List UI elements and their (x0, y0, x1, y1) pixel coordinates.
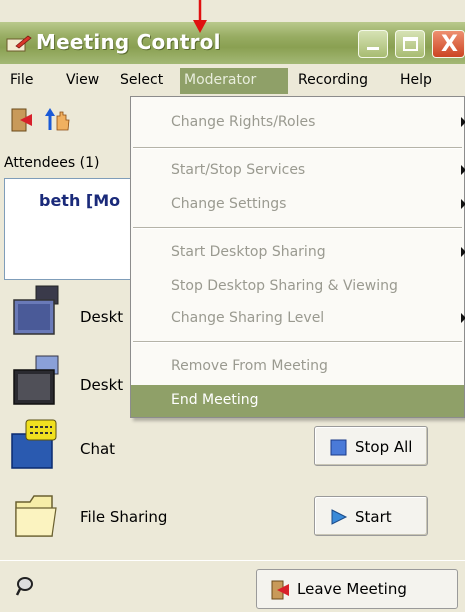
chat-label: Chat (80, 440, 116, 458)
connection-icon[interactable] (14, 575, 36, 597)
exit-door-icon (269, 580, 291, 600)
leave-meeting-label: Leave Meeting (297, 580, 407, 598)
desktop-viewing-label: Deskt (80, 376, 124, 394)
maximize-icon (403, 37, 418, 51)
menu-select[interactable]: Select (116, 68, 167, 94)
menu-item-change-rights-roles[interactable]: Change Rights/Roles (131, 107, 465, 139)
close-icon: X (441, 32, 458, 57)
desktop-sharing-label: Deskt (80, 308, 124, 326)
menu-help[interactable]: Help (396, 68, 436, 94)
menu-moderator[interactable]: Moderator (180, 68, 288, 94)
menu-item-remove-from-meeting[interactable]: Remove From Meeting (131, 351, 464, 383)
title-bar[interactable]: Meeting Control X (0, 22, 465, 64)
maximize-button[interactable] (395, 30, 425, 58)
menu-item-stop-desktop-sharing-viewing[interactable]: Stop Desktop Sharing & Viewing (131, 271, 464, 303)
menu-item-change-sharing-level[interactable]: Change Sharing Level (131, 303, 465, 335)
attendees-list[interactable]: beth [Mo (4, 178, 135, 280)
play-arrow-icon (329, 507, 349, 527)
stop-all-button[interactable]: Stop All (314, 426, 428, 466)
menu-view[interactable]: View (62, 68, 103, 94)
attendees-header[interactable]: Attendees (1) (4, 150, 135, 176)
folder-icon (15, 495, 57, 537)
menu-item-start-desktop-sharing[interactable]: Start Desktop Sharing (131, 237, 465, 269)
attendee-name[interactable]: beth [Mo (39, 191, 120, 210)
stop-square-icon (329, 437, 349, 457)
submenu-arrow-icon (461, 313, 465, 323)
toolbar (0, 100, 135, 142)
red-arrow-icon (193, 0, 207, 33)
submenu-arrow-icon (461, 117, 465, 127)
submenu-arrow-icon (461, 165, 465, 175)
footer-bar: Leave Meeting (0, 560, 465, 612)
menu-file[interactable]: File (6, 68, 37, 94)
desktop-viewing-icon (13, 355, 59, 405)
file-sharing-row: File Sharing Start (0, 484, 465, 554)
menu-recording[interactable]: Recording (294, 68, 372, 94)
menu-item-end-meeting[interactable]: End Meeting (131, 385, 464, 417)
start-label: Start (355, 508, 392, 526)
chat-row: Chat Stop All (0, 410, 465, 482)
leave-meeting-button[interactable]: Leave Meeting (256, 569, 458, 609)
close-button[interactable]: X (432, 30, 465, 58)
raise-hand-icon[interactable] (44, 106, 72, 134)
desktop-sharing-icon (13, 285, 59, 335)
menu-separator (133, 341, 462, 343)
menu-item-change-settings[interactable]: Change Settings (131, 189, 465, 221)
submenu-arrow-icon (461, 199, 465, 209)
minimize-icon (367, 47, 379, 50)
start-button[interactable]: Start (314, 496, 428, 536)
stop-all-label: Stop All (355, 438, 413, 456)
menu-bar: File View Select Moderator Recording Hel… (0, 64, 465, 96)
menu-item-start-stop-services[interactable]: Start/Stop Services (131, 155, 465, 187)
meeting-control-window: Meeting Control X File View Select Moder… (0, 0, 465, 612)
menu-separator (133, 147, 462, 149)
file-sharing-label: File Sharing (80, 508, 168, 526)
exit-door-icon[interactable] (8, 106, 36, 134)
menu-separator (133, 227, 462, 229)
chat-icon (11, 419, 57, 469)
minimize-button[interactable] (358, 30, 388, 58)
moderator-dropdown: Change Rights/Roles Start/Stop Services … (130, 96, 465, 418)
edit-pencil-icon (6, 35, 32, 52)
submenu-arrow-icon (461, 247, 465, 257)
